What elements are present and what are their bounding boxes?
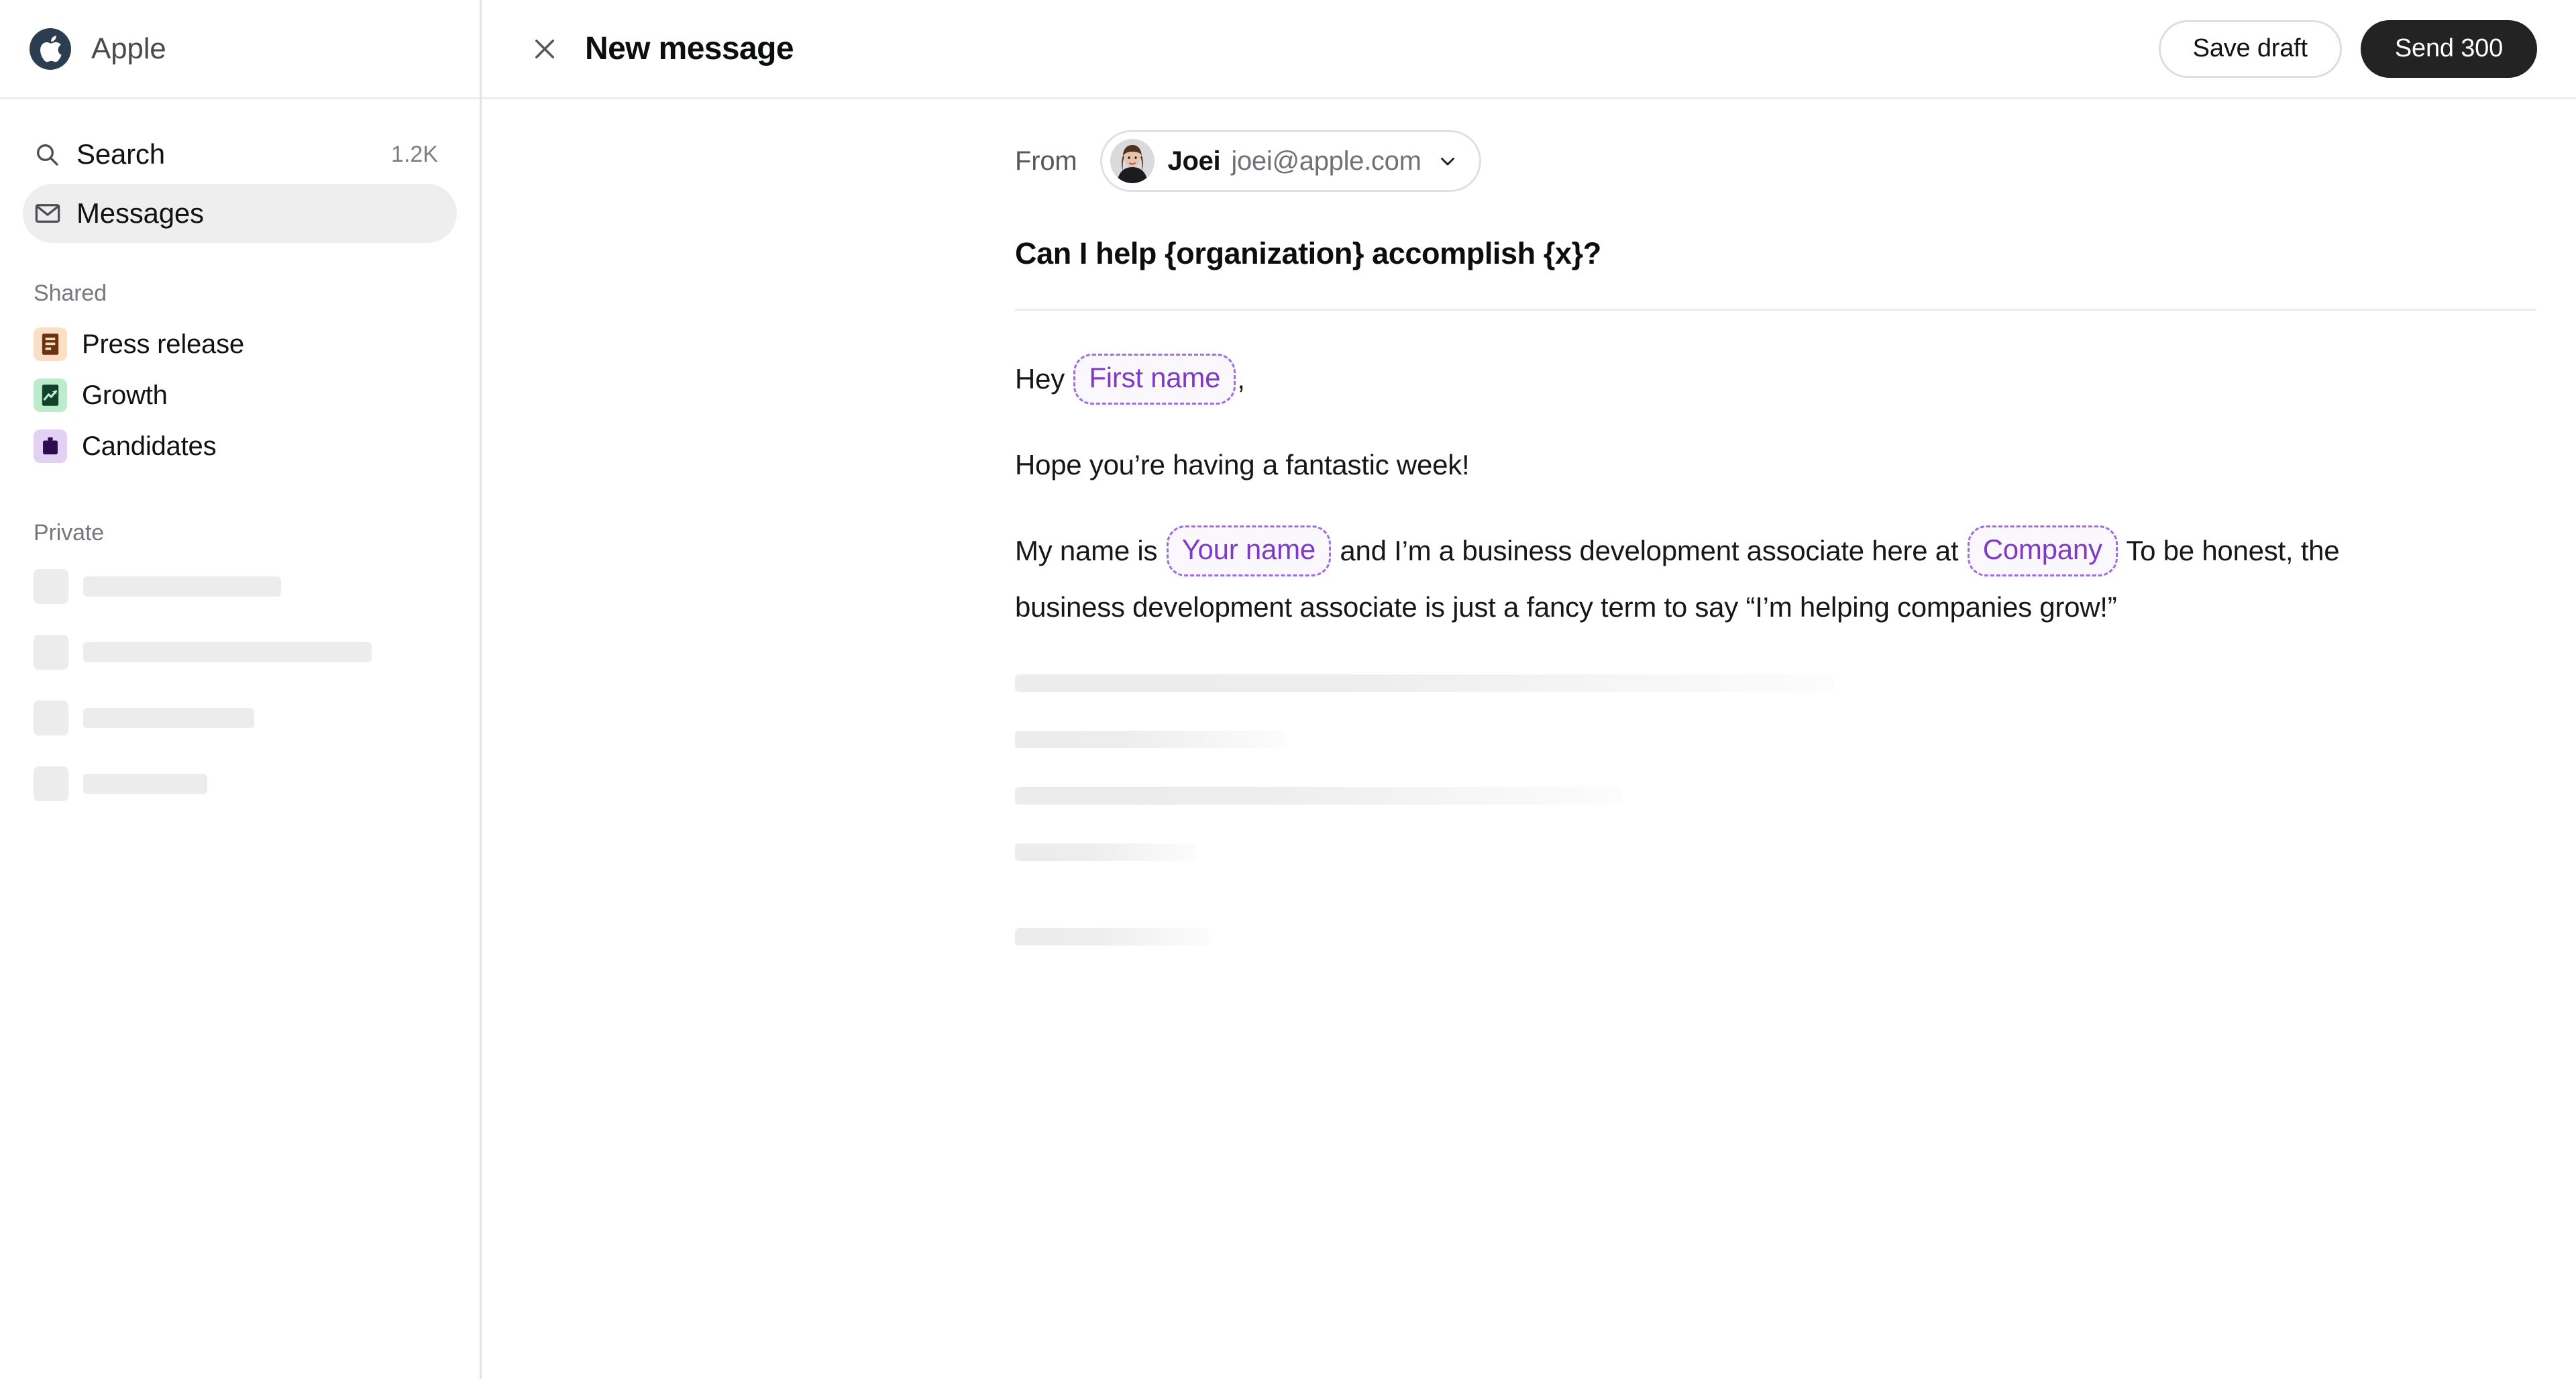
placeholder-label: [83, 708, 254, 728]
list-item[interactable]: [23, 561, 457, 612]
sidebar-item-search[interactable]: Search 1.2K: [23, 125, 457, 184]
placeholder-line: [1015, 844, 1196, 861]
intro-part-2: and I’m a business development associate…: [1340, 535, 1959, 566]
sidebar: Apple Search 1.2K Messages Shared Press …: [0, 0, 482, 1379]
message-body-editor[interactable]: Hey First name, Hope you’re having a fan…: [1015, 311, 2536, 946]
sidebar-item-label: Candidates: [82, 431, 217, 461]
placeholder-icon: [34, 766, 68, 801]
workspace-name: Apple: [91, 32, 166, 65]
app-root: Apple Search 1.2K Messages Shared Press …: [0, 0, 2576, 1379]
intro-part-1: My name is: [1015, 535, 1158, 566]
chevron-down-icon: [1436, 150, 1459, 172]
list-item[interactable]: [23, 693, 457, 744]
close-icon[interactable]: [526, 30, 564, 68]
list-item[interactable]: [23, 758, 457, 809]
subject-line[interactable]: Can I help {organization} accomplish {x}…: [1015, 236, 2536, 271]
envelope-icon: [34, 199, 64, 227]
sidebar-item-label: Messages: [76, 197, 204, 229]
page-title: New message: [585, 31, 794, 66]
from-label: From: [1015, 146, 1077, 176]
variable-chip-your-name[interactable]: Your name: [1166, 525, 1331, 576]
placeholder-line: [1015, 674, 1833, 692]
sidebar-body: Search 1.2K Messages Shared Press releas…: [0, 99, 480, 809]
body-paragraph-intro: My name is Your name and I’m a business …: [1015, 523, 2437, 635]
search-icon: [34, 141, 64, 168]
sidebar-section-shared-title: Shared: [34, 280, 107, 306]
briefcase-icon: [34, 429, 67, 463]
document-lines-icon: [34, 327, 67, 361]
from-sender-selector[interactable]: Joei joei@apple.com: [1099, 130, 1481, 192]
body-paragraph-week: Hope you’re having a fantastic week!: [1015, 449, 1470, 480]
sidebar-item-messages[interactable]: Messages: [23, 184, 457, 243]
compose-pane: New message Save draft Send 300 From Joe…: [482, 0, 2576, 1379]
placeholder-label: [83, 576, 281, 597]
greeting-prefix: Hey: [1015, 363, 1065, 395]
greeting-suffix: ,: [1237, 363, 1245, 395]
body-placeholder-block: [1015, 674, 2536, 946]
placeholder-icon: [34, 701, 68, 735]
sidebar-section-private-title: Private: [34, 520, 105, 546]
from-sender-name: Joei: [1167, 146, 1221, 176]
send-button[interactable]: Send 300: [2360, 19, 2537, 78]
workspace-header[interactable]: Apple: [0, 0, 480, 99]
placeholder-label: [83, 774, 207, 794]
list-item[interactable]: [23, 627, 457, 678]
sidebar-item-label: Growth: [82, 380, 168, 410]
from-sender-email: joei@apple.com: [1231, 146, 1421, 176]
placeholder-line: [1015, 731, 1287, 748]
variable-chip-company[interactable]: Company: [1967, 525, 2118, 576]
sidebar-item-label: Press release: [82, 329, 244, 359]
from-row: From Joei joei@apple.com: [1015, 99, 2536, 192]
save-draft-button[interactable]: Save draft: [2158, 19, 2342, 78]
apple-logo-icon: [30, 28, 71, 70]
compose-body-scroll: From Joei joei@apple.com Can I help {org…: [482, 99, 2576, 1379]
body-paragraph-greeting: Hey First name,: [1015, 351, 2536, 407]
placeholder-icon: [34, 635, 68, 670]
placeholder-line: [1015, 928, 1210, 946]
header-actions: Save draft Send 300: [2158, 19, 2537, 78]
sidebar-item-label: Search: [76, 138, 165, 170]
variable-chip-first-name[interactable]: First name: [1073, 353, 1236, 405]
avatar: [1110, 139, 1155, 183]
placeholder-icon: [34, 569, 68, 604]
placeholder-label: [83, 642, 372, 662]
trend-up-icon: [34, 378, 67, 412]
placeholder-line: [1015, 787, 1622, 805]
compose-header: New message Save draft Send 300: [482, 0, 2576, 99]
sidebar-item-growth[interactable]: Growth: [23, 370, 457, 421]
sidebar-item-candidates[interactable]: Candidates: [23, 421, 457, 472]
search-count-badge: 1.2K: [391, 141, 438, 167]
sidebar-item-press-release[interactable]: Press release: [23, 319, 457, 370]
